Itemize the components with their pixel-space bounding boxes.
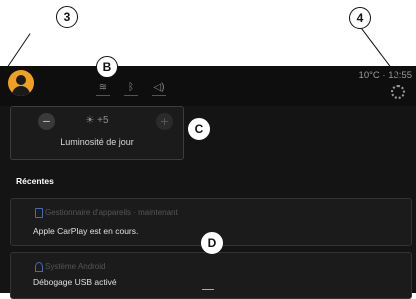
notification-source: Système Android xyxy=(45,262,106,271)
volume-icon: ◁) xyxy=(152,82,166,96)
drawer-handle[interactable] xyxy=(202,289,214,290)
profile-avatar-icon[interactable] xyxy=(8,70,34,96)
callout-3: 3 xyxy=(56,6,78,28)
recents-title: Récentes xyxy=(16,176,54,186)
notification-message: Apple CarPlay est en cours. xyxy=(33,226,139,236)
callout-b: B xyxy=(96,56,118,78)
status-bar xyxy=(0,66,416,106)
notification-source: Gestionnaire d'appareils · maintenant xyxy=(45,208,178,217)
brightness-label: Luminosité de jour xyxy=(60,137,134,147)
callout-4: 4 xyxy=(349,7,371,29)
callout-c: C xyxy=(188,118,210,140)
temperature-time: 10°C · 13:55 xyxy=(358,70,412,81)
brightness-increase-button[interactable]: + xyxy=(156,113,173,130)
wifi-icon: ≋ xyxy=(96,82,110,96)
gear-icon[interactable] xyxy=(391,85,405,99)
callout-d: D xyxy=(201,232,223,254)
device-manager-icon xyxy=(35,208,43,218)
bluetooth-icon: ᛒ xyxy=(124,82,138,96)
notification-message: Débogage USB activé xyxy=(33,277,117,287)
android-icon xyxy=(35,262,43,272)
brightness-panel: − ☀ +5 + Luminosité de jour xyxy=(10,106,184,160)
notification-card[interactable]: Système Android Débogage USB activé xyxy=(10,252,412,299)
status-icons: ≋ ᛒ ◁) xyxy=(96,82,166,96)
